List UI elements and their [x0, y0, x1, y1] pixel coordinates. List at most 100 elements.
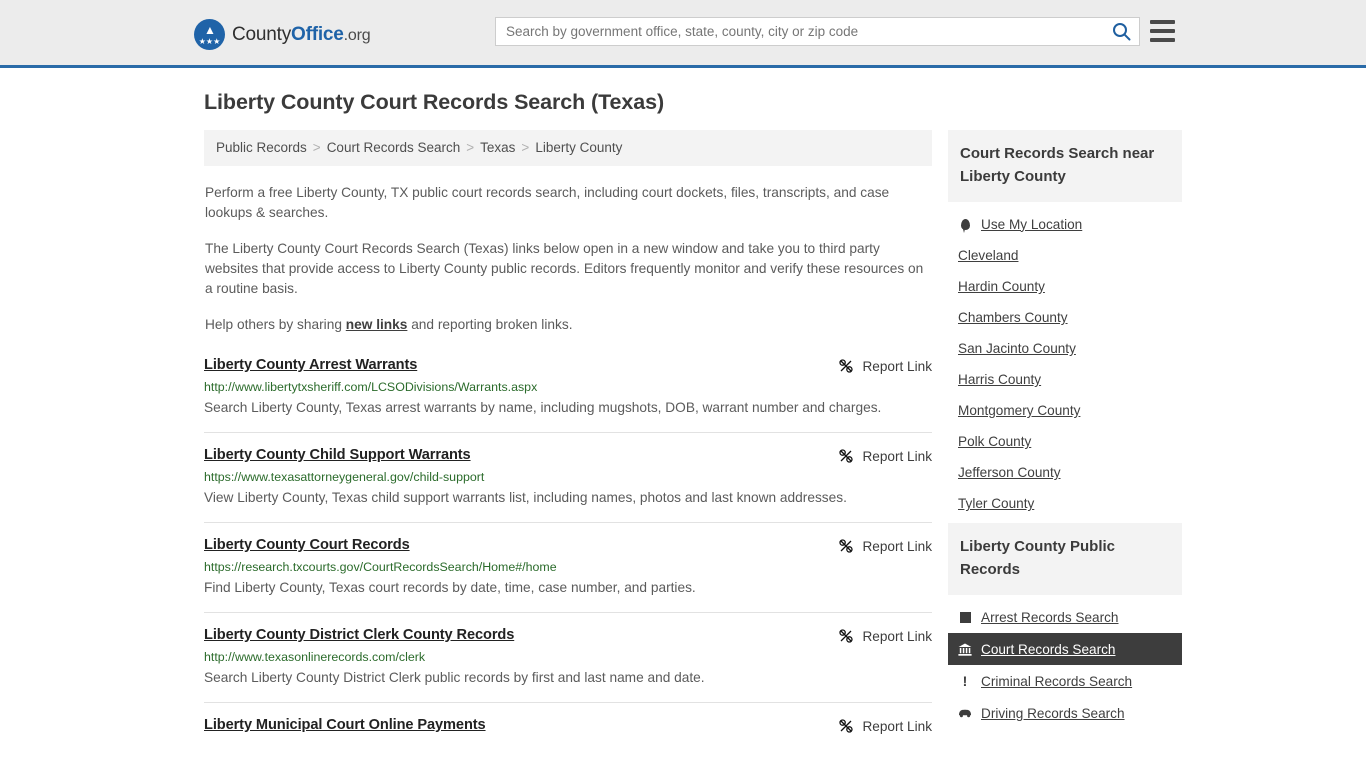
- sidebar-item-court-records-search[interactable]: Court Records Search: [948, 633, 1182, 665]
- breadcrumb-item-liberty-county[interactable]: Liberty County: [535, 140, 622, 155]
- breadcrumb-item-texas[interactable]: Texas: [480, 140, 515, 155]
- breadcrumb-separator: >: [521, 140, 530, 155]
- hamburger-menu-button[interactable]: [1150, 20, 1175, 42]
- list-item: Montgomery County: [948, 395, 1182, 426]
- list-item: Jefferson County: [948, 457, 1182, 488]
- intro-paragraph-2: The Liberty County Court Records Search …: [205, 241, 924, 296]
- result-header: Liberty County District Clerk County Rec…: [204, 627, 932, 644]
- intro-p3-before: Help others by sharing: [205, 317, 346, 332]
- brand-text: CountyOffice.org: [232, 23, 371, 46]
- sidebar-item-arrest-records-search[interactable]: Arrest Records Search: [948, 601, 1182, 633]
- result-item: Liberty Municipal Court Online Payments …: [204, 717, 932, 748]
- result-item: Liberty County Child Support Warrants Re…: [204, 447, 932, 523]
- result-url: http://www.texasonlinerecords.com/clerk: [204, 650, 426, 664]
- sidebar-item-label: San Jacinto County: [958, 341, 1076, 356]
- exclamation-icon: !: [962, 673, 968, 689]
- new-links-link[interactable]: new links: [346, 317, 408, 332]
- courthouse-icon: [958, 641, 972, 657]
- broken-link-icon: [839, 359, 854, 373]
- search-input[interactable]: [496, 18, 1103, 45]
- result-title-link[interactable]: Liberty County District Clerk County Rec…: [204, 627, 514, 643]
- square-icon: [958, 609, 972, 625]
- nearby-search-list: Use My Location Cleveland Hardin County: [948, 202, 1182, 519]
- result-title-link[interactable]: Liberty County Arrest Warrants: [204, 357, 417, 373]
- sidebar-item-label: Montgomery County: [958, 403, 1081, 418]
- result-title-link[interactable]: Liberty Municipal Court Online Payments: [204, 717, 486, 733]
- result-item: Liberty County District Clerk County Rec…: [204, 627, 932, 703]
- sidebar-item-chambers-county[interactable]: Chambers County: [948, 302, 1182, 333]
- sidebar-item-hardin-county[interactable]: Hardin County: [948, 271, 1182, 302]
- list-item: ! Criminal Records Search: [948, 665, 1182, 697]
- sidebar-item-polk-county[interactable]: Polk County: [948, 426, 1182, 457]
- site-logo[interactable]: ▲ ★★★ CountyOffice.org: [194, 19, 371, 50]
- public-records-list: Arrest Records Search Court Records Sear…: [948, 595, 1182, 729]
- sidebar-item-tyler-county[interactable]: Tyler County: [948, 488, 1182, 519]
- sidebar-item-cleveland[interactable]: Cleveland: [948, 240, 1182, 271]
- list-item: Arrest Records Search: [948, 601, 1182, 633]
- search-bar[interactable]: [495, 17, 1140, 46]
- sidebar-item-label: Polk County: [958, 434, 1032, 449]
- content-columns: Public Records > Court Records Search > …: [204, 130, 1182, 762]
- report-link-label: Report Link: [862, 538, 932, 554]
- sidebar-item-jefferson-county[interactable]: Jefferson County: [948, 457, 1182, 488]
- page-container: Liberty County Court Records Search (Tex…: [0, 90, 1366, 762]
- list-item: Use My Location: [948, 208, 1182, 240]
- result-description: View Liberty County, Texas child support…: [204, 490, 847, 505]
- result-header: Liberty County Court Records Report Link: [204, 537, 932, 554]
- sidebar-item-use-my-location[interactable]: Use My Location: [948, 208, 1182, 240]
- public-records-card: Liberty County Public Records Arrest Rec…: [948, 523, 1182, 729]
- sidebar-item-montgomery-county[interactable]: Montgomery County: [948, 395, 1182, 426]
- sidebar-item-label: Cleveland: [958, 248, 1019, 263]
- report-link-button[interactable]: Report Link: [818, 538, 932, 554]
- sidebar-item-label: Court Records Search: [981, 641, 1116, 657]
- result-description: Search Liberty County District Clerk pub…: [204, 670, 705, 685]
- sidebar-item-criminal-records-search[interactable]: ! Criminal Records Search: [948, 665, 1182, 697]
- brand-part-org: .org: [343, 26, 371, 44]
- result-title-link[interactable]: Liberty County Child Support Warrants: [204, 447, 471, 463]
- sidebar-item-label: Use My Location: [981, 216, 1083, 232]
- report-link-button[interactable]: Report Link: [818, 448, 932, 464]
- broken-link-icon: [839, 719, 854, 733]
- report-link-button[interactable]: Report Link: [818, 358, 932, 374]
- page-title: Liberty County Court Records Search (Tex…: [204, 90, 665, 114]
- sidebar-item-label: Tyler County: [958, 496, 1035, 511]
- sidebar-item-label: Driving Records Search: [981, 705, 1125, 721]
- intro-p3-after: and reporting broken links.: [407, 317, 573, 332]
- result-title-link[interactable]: Liberty County Court Records: [204, 537, 410, 553]
- sidebar: Court Records Search near Liberty County…: [948, 130, 1182, 733]
- sidebar-item-label: Chambers County: [958, 310, 1068, 325]
- report-link-label: Report Link: [862, 628, 932, 644]
- broken-link-icon: [839, 629, 854, 643]
- intro-text: Perform a free Liberty County, TX public…: [204, 183, 932, 335]
- nearby-search-card: Court Records Search near Liberty County…: [948, 130, 1182, 519]
- result-url: https://research.txcourts.gov/CourtRecor…: [204, 560, 557, 574]
- main-column: Public Records > Court Records Search > …: [204, 130, 932, 762]
- results-list: Liberty County Arrest Warrants Report Li…: [204, 357, 932, 748]
- brand-part-county: County: [232, 23, 292, 45]
- result-item: Liberty County Arrest Warrants Report Li…: [204, 357, 932, 433]
- sidebar-item-driving-records-search[interactable]: Driving Records Search: [948, 697, 1182, 729]
- sidebar-item-label: Arrest Records Search: [981, 609, 1119, 625]
- sidebar-item-harris-county[interactable]: Harris County: [948, 364, 1182, 395]
- countyoffice-logo-icon: ▲ ★★★: [194, 19, 225, 50]
- search-button[interactable]: [1103, 18, 1139, 45]
- list-item: Hardin County: [948, 271, 1182, 302]
- result-header: Liberty Municipal Court Online Payments …: [204, 717, 932, 734]
- list-item: Court Records Search: [948, 633, 1182, 665]
- intro-paragraph-1: Perform a free Liberty County, TX public…: [205, 185, 890, 220]
- result-item: Liberty County Court Records Report Link…: [204, 537, 932, 613]
- result-url: https://www.texasattorneygeneral.gov/chi…: [204, 470, 485, 484]
- report-link-label: Report Link: [862, 358, 932, 374]
- list-item: Harris County: [948, 364, 1182, 395]
- breadcrumb-separator: >: [466, 140, 475, 155]
- breadcrumb-item-public-records[interactable]: Public Records: [216, 140, 307, 155]
- list-item: Tyler County: [948, 488, 1182, 519]
- sidebar-item-label: Harris County: [958, 372, 1042, 387]
- report-link-button[interactable]: Report Link: [818, 718, 932, 734]
- hamburger-bar: [1150, 38, 1175, 42]
- sidebar-item-san-jacinto-county[interactable]: San Jacinto County: [948, 333, 1182, 364]
- result-header: Liberty County Arrest Warrants Report Li…: [204, 357, 932, 374]
- result-description: Find Liberty County, Texas court records…: [204, 580, 696, 595]
- report-link-button[interactable]: Report Link: [818, 628, 932, 644]
- breadcrumb-item-court-records-search[interactable]: Court Records Search: [327, 140, 461, 155]
